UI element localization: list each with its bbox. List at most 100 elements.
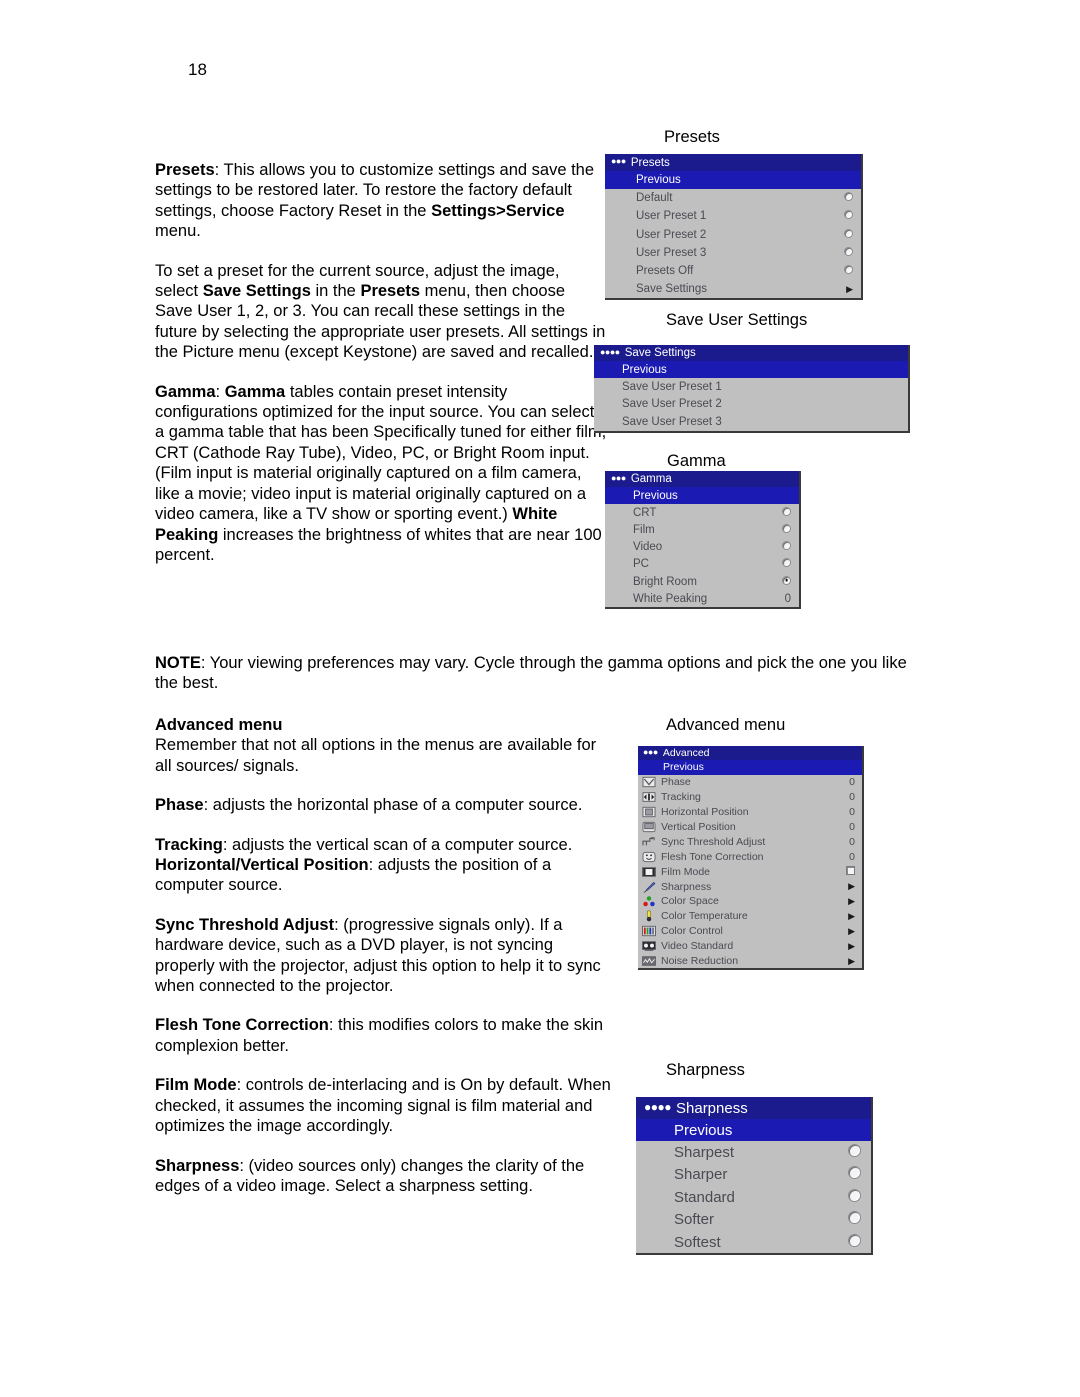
osd-item-color-control[interactable]: Color Control ▶ bbox=[638, 924, 862, 939]
osd-item-vertical-position[interactable]: Vertical Position 0 bbox=[638, 820, 862, 835]
osd-title-bar: ●●●● Save Settings bbox=[594, 345, 908, 361]
osd-item-film-mode[interactable]: Film Mode bbox=[638, 864, 862, 879]
osd-item-sharpness[interactable]: Sharpness ▶ bbox=[638, 879, 862, 894]
osd-item-default[interactable]: Default bbox=[605, 189, 861, 207]
radio-button[interactable] bbox=[848, 1166, 861, 1183]
osd-item-label: Film Mode bbox=[661, 865, 711, 878]
osd-title-bar: ●●●● Sharpness bbox=[636, 1097, 871, 1119]
osd-item-label: Film bbox=[633, 523, 655, 536]
paragraph-sharpness: Sharpness: (video sources only) changes … bbox=[155, 1156, 585, 1195]
osd-item-previous[interactable]: Previous bbox=[638, 760, 862, 775]
osd-item-label: Previous bbox=[674, 1121, 733, 1139]
osd-menu-presets[interactable]: ●●● Presets Previous Default User Preset 1 Us… bbox=[605, 154, 863, 301]
osd-item-film[interactable]: Film bbox=[605, 521, 799, 538]
osd-item-label: Tracking bbox=[661, 791, 701, 804]
osd-item-label: Bright Room bbox=[633, 575, 697, 588]
menu-level-dots: ●●●● bbox=[600, 346, 620, 357]
osd-item-previous[interactable]: Previous bbox=[605, 487, 799, 505]
osd-item-video-standard[interactable]: Video Standard ▶ bbox=[638, 939, 862, 954]
osd-item-user-preset-2[interactable]: User Preset 2 bbox=[605, 226, 861, 244]
osd-item-label: Previous bbox=[633, 489, 678, 502]
osd-item-noise-reduction[interactable]: Noise Reduction ▶ bbox=[638, 954, 862, 969]
osd-item-white-peaking[interactable]: White Peaking 0 bbox=[605, 590, 799, 607]
paragraph-tracking: Tracking: adjusts the vertical scan of a… bbox=[155, 835, 573, 895]
paragraph-phase: Phase: adjusts the horizontal phase of a… bbox=[155, 796, 583, 815]
osd-item-user-preset-3[interactable]: User Preset 3 bbox=[605, 244, 861, 262]
radio-button[interactable] bbox=[848, 1211, 861, 1228]
radio-button[interactable] bbox=[782, 506, 791, 519]
osd-item-label: Flesh Tone Correction bbox=[661, 850, 764, 863]
osd-item-sharpest[interactable]: Sharpest bbox=[636, 1141, 871, 1163]
osd-item-video[interactable]: Video bbox=[605, 539, 799, 556]
osd-item-label: Previous bbox=[636, 174, 681, 187]
osd-item-standard[interactable]: Standard bbox=[636, 1186, 871, 1208]
submenu-arrow-icon[interactable]: ▶ bbox=[848, 882, 855, 891]
radio-button[interactable] bbox=[844, 265, 853, 277]
caption-presets: Presets bbox=[664, 128, 720, 146]
osd-item-save-settings[interactable]: Save Settings ▶ bbox=[605, 280, 861, 298]
osd-item-horizontal-position[interactable]: Horizontal Position 0 bbox=[638, 805, 862, 820]
osd-menu-sharpness[interactable]: ●●●● Sharpness Previous Sharpest Sharper Stan… bbox=[636, 1097, 873, 1256]
osd-item-crt[interactable]: CRT bbox=[605, 504, 799, 521]
osd-item-label: Video bbox=[633, 541, 663, 554]
radio-button[interactable] bbox=[844, 210, 853, 222]
osd-item-previous[interactable]: Previous bbox=[594, 361, 908, 379]
horizontal-position-icon bbox=[642, 806, 656, 818]
osd-item-bright-room[interactable]: Bright Room bbox=[605, 573, 799, 590]
osd-item-sync-threshold-adjust[interactable]: Sync Threshold Adjust 0 bbox=[638, 834, 862, 849]
phase-icon bbox=[642, 776, 656, 788]
radio-button[interactable] bbox=[844, 228, 853, 241]
radio-button[interactable] bbox=[844, 192, 853, 204]
osd-item-save-user-preset-3[interactable]: Save User Preset 3 bbox=[594, 413, 908, 430]
submenu-arrow-icon[interactable]: ▶ bbox=[846, 284, 853, 294]
osd-item-label: User Preset 3 bbox=[636, 246, 707, 259]
submenu-arrow-icon[interactable]: ▶ bbox=[848, 896, 855, 906]
radio-button[interactable] bbox=[782, 523, 791, 536]
osd-title-bar: ●●● Advanced bbox=[638, 746, 862, 760]
sync-threshold-icon bbox=[642, 836, 656, 848]
osd-item-pc[interactable]: PC bbox=[605, 556, 799, 573]
osd-item-label: Save Settings bbox=[636, 283, 707, 296]
osd-item-label: Sharpest bbox=[674, 1144, 735, 1162]
osd-item-label: User Preset 2 bbox=[636, 228, 707, 241]
osd-item-user-preset-1[interactable]: User Preset 1 bbox=[605, 207, 861, 225]
osd-menu-save-settings[interactable]: ●●●● Save Settings Previous Save User Prese… bbox=[594, 345, 910, 433]
submenu-arrow-icon[interactable]: ▶ bbox=[848, 926, 855, 936]
osd-item-label: CRT bbox=[633, 506, 657, 519]
submenu-arrow-icon[interactable]: ▶ bbox=[848, 956, 855, 966]
osd-item-previous[interactable]: Previous bbox=[605, 171, 861, 190]
osd-item-softer[interactable]: Softer bbox=[636, 1209, 871, 1231]
osd-item-label: Color Control bbox=[661, 925, 723, 938]
osd-item-value: 0 bbox=[849, 791, 855, 804]
submenu-arrow-icon[interactable]: ▶ bbox=[848, 911, 855, 921]
osd-item-value: 0 bbox=[784, 592, 791, 605]
radio-button[interactable] bbox=[782, 541, 791, 553]
radio-button[interactable] bbox=[844, 246, 853, 259]
paragraph-presets: Presets: This allows you to customize se… bbox=[155, 161, 595, 241]
radio-button[interactable] bbox=[848, 1144, 861, 1161]
radio-button[interactable] bbox=[848, 1188, 861, 1206]
osd-item-color-space[interactable]: Color Space ▶ bbox=[638, 894, 862, 909]
osd-item-flesh-tone-correction[interactable]: Flesh Tone Correction 0 bbox=[638, 849, 862, 864]
osd-menu-advanced[interactable]: ●●● Advanced Previous Phase 0 Tracking 0 Horizo… bbox=[638, 746, 864, 971]
checkbox[interactable] bbox=[846, 865, 855, 878]
paragraph-film-mode: Film Mode: controls de-interlacing and i… bbox=[155, 1076, 611, 1136]
radio-button[interactable] bbox=[782, 558, 791, 570]
osd-menu-gamma[interactable]: ●●● Gamma Previous CRT Film Video PC Bright Roo… bbox=[605, 471, 801, 610]
video-standard-icon bbox=[642, 940, 656, 952]
osd-item-label: Vertical Position bbox=[661, 821, 736, 833]
osd-item-value: 0 bbox=[849, 776, 855, 789]
menu-level-dots: ●●● bbox=[611, 156, 626, 166]
osd-item-sharper[interactable]: Sharper bbox=[636, 1164, 871, 1186]
osd-item-softest[interactable]: Softest bbox=[636, 1231, 871, 1253]
osd-item-tracking[interactable]: Tracking 0 bbox=[638, 790, 862, 805]
radio-button-selected[interactable] bbox=[782, 575, 791, 588]
radio-button[interactable] bbox=[848, 1233, 861, 1251]
osd-item-phase[interactable]: Phase 0 bbox=[638, 775, 862, 790]
submenu-arrow-icon[interactable]: ▶ bbox=[848, 941, 855, 951]
osd-item-previous[interactable]: Previous bbox=[636, 1119, 871, 1142]
osd-item-save-user-preset-2[interactable]: Save User Preset 2 bbox=[594, 396, 908, 413]
osd-item-presets-off[interactable]: Presets Off bbox=[605, 262, 861, 280]
osd-item-save-user-preset-1[interactable]: Save User Preset 1 bbox=[594, 378, 908, 395]
osd-item-color-temperature[interactable]: Color Temperature ▶ bbox=[638, 909, 862, 924]
